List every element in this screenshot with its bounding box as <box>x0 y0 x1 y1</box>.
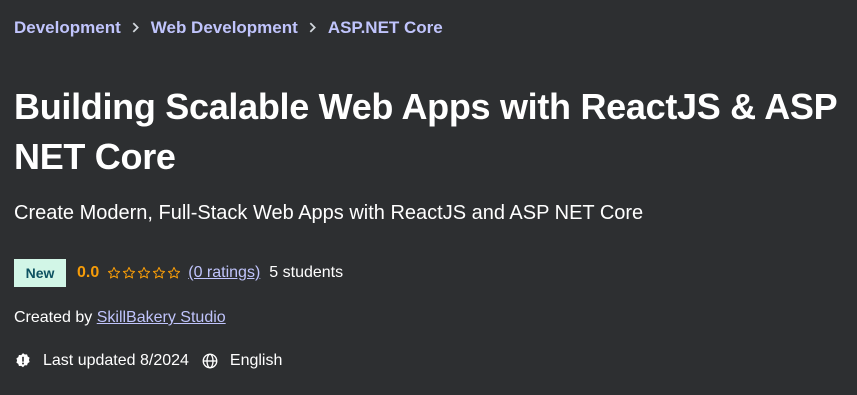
new-badge: New <box>14 259 66 287</box>
course-language: English <box>229 352 283 370</box>
course-title: Building Scalable Web Apps with ReactJS … <box>14 86 837 177</box>
globe-icon <box>201 352 219 370</box>
alert-badge-icon <box>14 352 32 370</box>
students-count: 5 students <box>269 264 344 281</box>
breadcrumb: Development Web Development ASP.NET Core <box>14 18 443 38</box>
instructor-link[interactable]: SkillBakery Studio <box>97 309 226 326</box>
rating-value: 0.0 <box>77 264 100 281</box>
star-outline-icon <box>138 266 151 279</box>
created-by: Created by SkillBakery Studio <box>14 309 226 327</box>
breadcrumb-item-asp-net-core[interactable]: ASP.NET Core <box>328 18 443 38</box>
breadcrumb-item-development[interactable]: Development <box>14 18 121 38</box>
chevron-right-icon <box>298 19 328 37</box>
ratings-count-link[interactable]: (0 ratings) <box>188 264 260 282</box>
chevron-right-icon <box>121 19 151 37</box>
breadcrumb-item-web-development[interactable]: Web Development <box>151 18 298 38</box>
star-outline-icon <box>168 266 181 279</box>
star-outline-icon <box>153 266 166 279</box>
last-updated: Last updated 8/2024 <box>43 352 189 370</box>
star-outline-icon <box>123 266 136 279</box>
course-subtitle: Create Modern, Full-Stack Web Apps with … <box>14 202 644 224</box>
course-meta: Last updated 8/2024 English <box>14 352 282 370</box>
course-stats: New 0.0 (0 ratings) 5 students <box>14 259 343 287</box>
star-outline-icon <box>108 266 121 279</box>
rating-stars <box>107 266 181 280</box>
created-by-label: Created by <box>14 309 93 326</box>
